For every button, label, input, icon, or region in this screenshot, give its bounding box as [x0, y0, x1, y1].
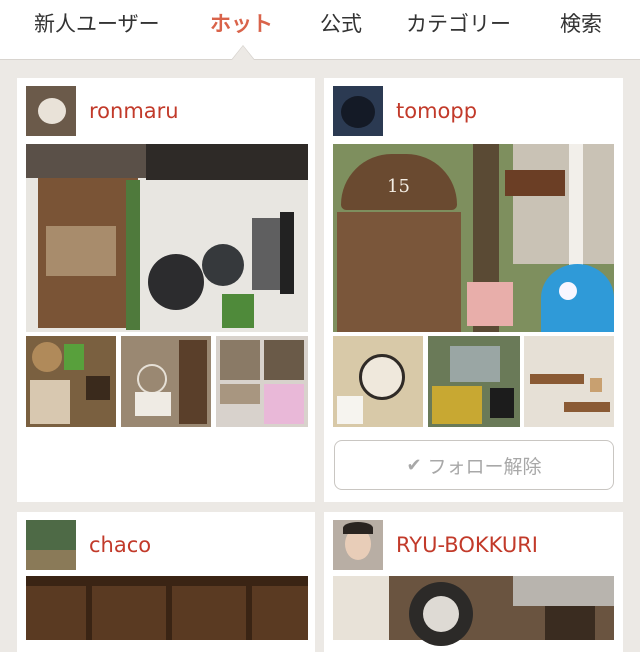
check-icon: ✔	[406, 454, 422, 476]
tab-category[interactable]: カテゴリー	[406, 8, 511, 38]
post-thumbnail[interactable]	[524, 336, 614, 427]
username[interactable]: RYU-BOKKURI	[396, 533, 538, 557]
post-thumbnail[interactable]	[121, 336, 211, 427]
unfollow-button[interactable]: ✔ フォロー解除	[334, 440, 614, 490]
avatar[interactable]	[333, 86, 383, 136]
post-main-photo[interactable]: 15	[333, 144, 614, 332]
avatar[interactable]	[333, 520, 383, 570]
username[interactable]: tomopp	[396, 99, 477, 123]
post-thumbnail[interactable]	[428, 336, 520, 427]
tab-new-users[interactable]: 新人ユーザー	[34, 8, 160, 38]
post-thumbnail[interactable]	[26, 336, 116, 427]
tab-hot[interactable]: ホット	[210, 8, 273, 38]
post-main-photo[interactable]	[26, 144, 308, 332]
tab-official[interactable]: 公式	[320, 8, 362, 38]
post-thumbnail[interactable]	[333, 336, 423, 427]
top-nav: 新人ユーザー ホット 公式 カテゴリー 検索	[0, 0, 640, 60]
active-tab-indicator	[232, 46, 254, 60]
unfollow-button-label: フォロー解除	[427, 455, 542, 478]
avatar[interactable]	[26, 86, 76, 136]
post-thumbnail[interactable]	[216, 336, 308, 427]
post-main-photo[interactable]	[26, 576, 308, 640]
avatar[interactable]	[26, 520, 76, 570]
tab-search[interactable]: 検索	[560, 8, 602, 38]
username[interactable]: ronmaru	[89, 99, 179, 123]
username[interactable]: chaco	[89, 533, 151, 557]
post-main-photo[interactable]	[333, 576, 614, 646]
